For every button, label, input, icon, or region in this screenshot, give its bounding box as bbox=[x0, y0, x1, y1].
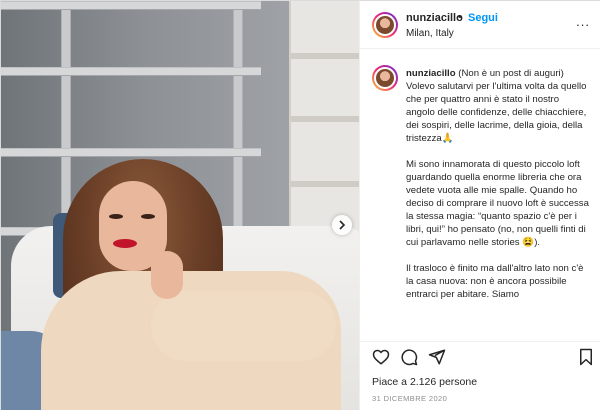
post-header: nunziacillo • Segui Milan, Italy ... bbox=[360, 1, 600, 49]
eye bbox=[141, 214, 155, 219]
post-photo[interactable] bbox=[1, 1, 359, 410]
header-username[interactable]: nunziacillo bbox=[406, 12, 463, 24]
post-window: nunziacillo • Segui Milan, Italy ... nun… bbox=[0, 0, 600, 410]
caption-area: nunziacillo (Non è un post di auguri) Vo… bbox=[360, 49, 600, 341]
location-link[interactable]: Milan, Italy bbox=[406, 28, 454, 39]
separator-dot: • bbox=[458, 11, 462, 23]
shelf-board bbox=[1, 148, 261, 157]
shelf-board bbox=[1, 1, 261, 10]
more-dots-icon[interactable]: ... bbox=[576, 14, 590, 29]
caption-paragraph: Il trasloco è finito ma dall'altro lato … bbox=[406, 263, 584, 300]
arm bbox=[151, 291, 336, 361]
caption-avatar[interactable] bbox=[372, 65, 398, 91]
caption-paragraph: Mi sono innamorata di questo piccolo lof… bbox=[406, 159, 589, 248]
caption-text: nunziacillo (Non è un post di auguri) Vo… bbox=[406, 67, 590, 314]
post-date: 31 DICEMBRE 2020 bbox=[372, 394, 448, 403]
caption-username[interactable]: nunziacillo bbox=[406, 68, 456, 79]
shelf-board bbox=[1, 67, 261, 76]
eye bbox=[109, 214, 123, 219]
post-side-panel: nunziacillo • Segui Milan, Italy ... nun… bbox=[359, 1, 600, 410]
heart-icon[interactable] bbox=[372, 348, 390, 366]
hand bbox=[151, 251, 183, 299]
comment-icon[interactable] bbox=[400, 348, 418, 366]
chevron-right-icon bbox=[339, 220, 346, 230]
avatar[interactable] bbox=[372, 12, 398, 38]
bookmark-icon[interactable] bbox=[578, 348, 594, 366]
next-photo-button[interactable] bbox=[332, 215, 352, 235]
lips bbox=[113, 239, 137, 248]
follow-button[interactable]: Segui bbox=[468, 12, 498, 24]
likes-count[interactable]: Piace a 2.126 persone bbox=[372, 376, 477, 388]
caption-paragraph: (Non è un post di auguri) Volevo salutar… bbox=[406, 68, 587, 144]
action-bar: Piace a 2.126 persone 31 DICEMBRE 2020 bbox=[360, 341, 600, 410]
paper-plane-icon[interactable] bbox=[428, 348, 446, 366]
